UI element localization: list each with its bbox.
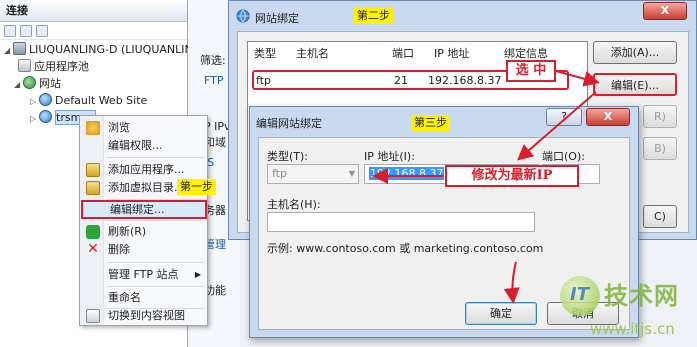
- type-value: ftp: [272, 167, 287, 180]
- globe-icon: [39, 93, 52, 106]
- host-name-label: 主机名(H):: [267, 198, 321, 211]
- globe-icon: [236, 9, 250, 23]
- menu-item-label: 重命名: [108, 291, 141, 304]
- menu-item-delete[interactable]: ✕ 删除: [81, 240, 207, 260]
- sites-icon: [23, 76, 36, 89]
- menu-divider: [107, 157, 204, 158]
- browse-icon: [86, 121, 100, 135]
- add-virtual-directory-icon: [86, 181, 100, 195]
- menu-item-refresh[interactable]: 刷新(R): [81, 222, 207, 242]
- ftp-group-label: FTP: [204, 74, 224, 87]
- add-binding-button[interactable]: 添加(A)...: [593, 41, 677, 64]
- tree-node-sites[interactable]: ◢ 网站: [14, 76, 61, 92]
- content-view-icon: [86, 309, 100, 323]
- default-site-label: Default Web Site: [55, 94, 148, 107]
- collapse-arrow-icon[interactable]: ◢: [14, 77, 23, 93]
- menu-item-manage-ftp-site[interactable]: 管理 FTP 站点 ▶: [81, 265, 207, 285]
- server-label: LIUQUANLING-D (LIUQUANLIN: [29, 43, 193, 56]
- menu-divider: [107, 286, 204, 287]
- column-header-port[interactable]: 端口: [392, 45, 414, 61]
- connect-icon[interactable]: [4, 25, 16, 37]
- menu-item-label: 删除: [108, 243, 130, 256]
- column-header-type[interactable]: 类型: [254, 45, 276, 61]
- app-pool-icon: [18, 59, 31, 72]
- menu-item-rename[interactable]: 重命名: [81, 288, 207, 308]
- step-three-annotation: 第三步: [411, 115, 450, 131]
- site-context-menu: 浏览 编辑权限... 添加应用程序... 添加虚拟目录... 编辑绑定... 刷…: [79, 115, 208, 326]
- column-header-host[interactable]: 主机名: [296, 45, 329, 61]
- connections-header: 连接: [0, 0, 187, 22]
- select-annotation: 选 中: [506, 60, 556, 82]
- up-icon[interactable]: [36, 25, 48, 37]
- site-bindings-title: 网站绑定: [255, 12, 299, 25]
- expand-arrow-icon[interactable]: ▷: [30, 111, 39, 127]
- menu-item-label: 编辑绑定...: [110, 203, 165, 216]
- save-icon[interactable]: [20, 25, 32, 37]
- sites-label: 网站: [39, 77, 61, 90]
- ok-button[interactable]: 确定: [465, 302, 537, 325]
- watermark-name: 技术网: [604, 282, 679, 310]
- ip-address-value: 192.168.8.37: [369, 167, 445, 180]
- close-dialog-button[interactable]: C): [643, 205, 677, 228]
- menu-item-edit-permissions[interactable]: 编辑权限...: [81, 136, 207, 156]
- menu-item-edit-bindings[interactable]: 编辑绑定...: [81, 200, 207, 219]
- modify-ip-annotation: 修改为最新IP: [445, 165, 579, 187]
- menu-item-label: 添加应用程序...: [108, 163, 185, 176]
- tree-node-server[interactable]: ◢ LIUQUANLING-D (LIUQUANLIN: [4, 42, 193, 58]
- filter-label: 筛选:: [200, 54, 226, 67]
- menu-item-browse[interactable]: 浏览: [81, 118, 207, 138]
- tree-node-default-site[interactable]: ▷ Default Web Site: [30, 93, 147, 109]
- submenu-arrow-icon: ▶: [194, 270, 201, 279]
- close-button[interactable]: X: [586, 108, 630, 126]
- edit-binding-title: 编辑网站绑定: [256, 117, 322, 130]
- menu-item-label: 添加虚拟目录...: [108, 181, 185, 194]
- menu-divider: [107, 262, 204, 263]
- chevron-down-icon: ▼: [348, 169, 355, 178]
- screenshot-stage: 连接 ◢ LIUQUANLING-D (LIUQUANLIN 应用程序池 ◢ 网站 …: [0, 0, 697, 347]
- app-pool-label: 应用程序池: [34, 60, 89, 73]
- step-one-annotation: 第一步: [177, 179, 216, 195]
- collapse-arrow-icon[interactable]: ◢: [4, 43, 13, 59]
- port-label: 端口(O):: [542, 150, 585, 163]
- connections-toolbar: [0, 22, 187, 40]
- row-type: ftp: [256, 74, 271, 87]
- example-hint: 示例: www.contoso.com 或 marketing.contoso.…: [267, 242, 544, 255]
- server-icon: [13, 42, 26, 55]
- expand-arrow-icon[interactable]: ▷: [30, 94, 39, 110]
- type-select[interactable]: ftp ▼: [267, 164, 359, 184]
- watermark-logo-text: IT: [570, 284, 589, 305]
- browse-binding-button[interactable]: B): [643, 137, 677, 160]
- menu-item-label: 编辑权限...: [108, 139, 163, 152]
- menu-divider: [107, 220, 204, 221]
- delete-icon: ✕: [87, 241, 99, 257]
- menu-item-content-view[interactable]: 切换到内容视图: [81, 306, 207, 326]
- watermark-url: www.itjs.cn: [590, 320, 675, 338]
- row-ip: 192.168.8.37: [428, 74, 502, 87]
- ip-address-label: IP 地址(I):: [364, 150, 415, 163]
- close-button[interactable]: X: [643, 2, 687, 20]
- menu-item-label: 浏览: [108, 121, 130, 134]
- globe-icon: [39, 110, 52, 123]
- type-label: 类型(T):: [267, 150, 309, 163]
- column-header-ip[interactable]: IP 地址: [434, 45, 469, 61]
- remove-binding-button[interactable]: R): [643, 105, 677, 128]
- menu-item-label: 管理 FTP 站点: [108, 268, 179, 281]
- refresh-icon: [86, 225, 100, 239]
- watermark: IT 技术网 www.itjs.cn: [560, 272, 694, 344]
- step-two-annotation: 第二步: [354, 8, 393, 24]
- add-application-icon: [86, 163, 100, 177]
- tree-node-app-pool[interactable]: 应用程序池: [18, 59, 89, 75]
- menu-item-label: 切换到内容视图: [108, 309, 185, 322]
- host-name-field[interactable]: [267, 212, 535, 232]
- menu-item-add-application[interactable]: 添加应用程序...: [81, 160, 207, 180]
- edit-binding-button[interactable]: 编辑(E)...: [593, 73, 677, 96]
- menu-item-label: 刷新(R): [108, 225, 147, 238]
- row-port: 21: [394, 74, 408, 87]
- column-header-info[interactable]: 绑定信息: [504, 45, 548, 61]
- help-button[interactable]: ?: [546, 108, 582, 126]
- watermark-logo: IT: [560, 276, 600, 316]
